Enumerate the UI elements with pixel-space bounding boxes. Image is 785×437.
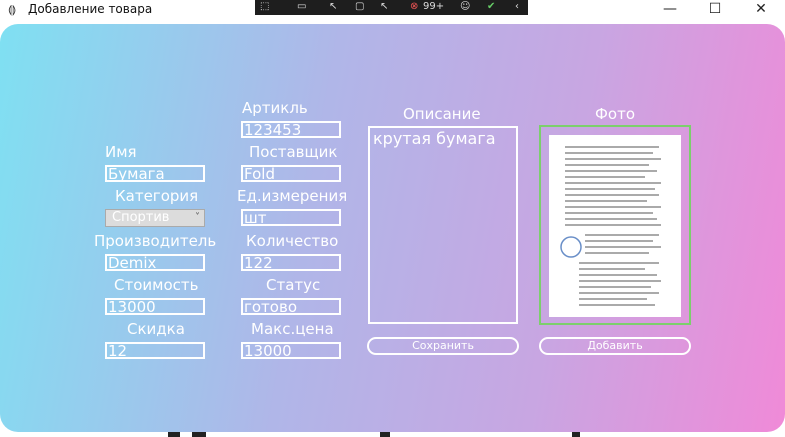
article-label: Артикль <box>242 99 308 117</box>
camera-icon[interactable]: ▭ <box>297 1 306 12</box>
photo-frame[interactable] <box>539 125 691 325</box>
check-icon[interactable]: ✔ <box>487 1 495 12</box>
name-field[interactable]: Бумага <box>105 165 205 182</box>
accessibility-icon[interactable]: ☺ <box>460 1 470 12</box>
app-icon: ⟬⟭ <box>8 3 17 16</box>
maximize-button[interactable]: ☐ <box>692 0 738 20</box>
manufacturer-field[interactable]: Demix <box>105 254 205 271</box>
frame-icon[interactable]: ▢ <box>355 1 364 12</box>
window-title: Добавление товара <box>28 2 153 16</box>
chevron-down-icon: ˅ <box>195 212 200 223</box>
category-label: Категория <box>115 187 199 205</box>
document-photo <box>549 135 681 317</box>
form-panel: Имя Бумага Категория Спортив ˅ Производи… <box>0 24 785 432</box>
name-label: Имя <box>105 143 137 161</box>
cursor-icon[interactable]: ↖ <box>329 1 337 12</box>
category-select[interactable]: Спортив ˅ <box>105 209 205 227</box>
article-field[interactable]: 123453 <box>241 121 341 138</box>
quantity-field[interactable]: 122 <box>241 254 341 271</box>
collapse-icon[interactable]: ‹ <box>515 1 519 12</box>
select-element-icon[interactable]: ⬚ <box>260 1 269 12</box>
manufacturer-label: Производитель <box>94 232 217 250</box>
minimize-button[interactable]: — <box>647 0 693 20</box>
save-button[interactable]: Сохранить <box>367 337 519 355</box>
unit-field[interactable]: шт <box>241 209 341 226</box>
category-value: Спортив <box>112 210 170 225</box>
badge-count: 99+ <box>423 1 445 12</box>
description-label: Описание <box>403 105 481 123</box>
supplier-label: Поставщик <box>249 143 338 161</box>
badge-icon[interactable]: ⊗ <box>410 1 418 12</box>
quantity-label: Количество <box>246 232 339 250</box>
maxprice-field[interactable]: 13000 <box>241 342 341 359</box>
window-content: Имя Бумага Категория Спортив ˅ Производи… <box>0 20 785 437</box>
add-photo-button[interactable]: Добавить <box>539 337 691 355</box>
track-icon[interactable]: ↖ <box>380 1 388 12</box>
discount-label: Скидка <box>127 320 185 338</box>
maxprice-label: Макс.цена <box>251 320 334 338</box>
title-bar: ⟬⟭ Добавление товара ⬚ ▭ ↖ ▢ ↖ ⊗ 99+ ☺ ✔… <box>0 0 785 20</box>
cost-field[interactable]: 13000 <box>105 298 205 315</box>
cost-label: Стоимость <box>114 276 199 294</box>
close-button[interactable]: ✕ <box>738 0 784 20</box>
status-field[interactable]: готово <box>241 298 341 315</box>
supplier-field[interactable]: Fold <box>241 165 341 182</box>
debug-toolbar: ⬚ ▭ ↖ ▢ ↖ ⊗ 99+ ☺ ✔ ‹ <box>255 0 528 15</box>
description-field[interactable]: крутая бумага <box>368 126 518 324</box>
status-label: Статус <box>266 276 321 294</box>
unit-label: Ед.измерения <box>237 187 348 205</box>
discount-field[interactable]: 12 <box>105 342 205 359</box>
photo-label: Фото <box>595 105 636 123</box>
